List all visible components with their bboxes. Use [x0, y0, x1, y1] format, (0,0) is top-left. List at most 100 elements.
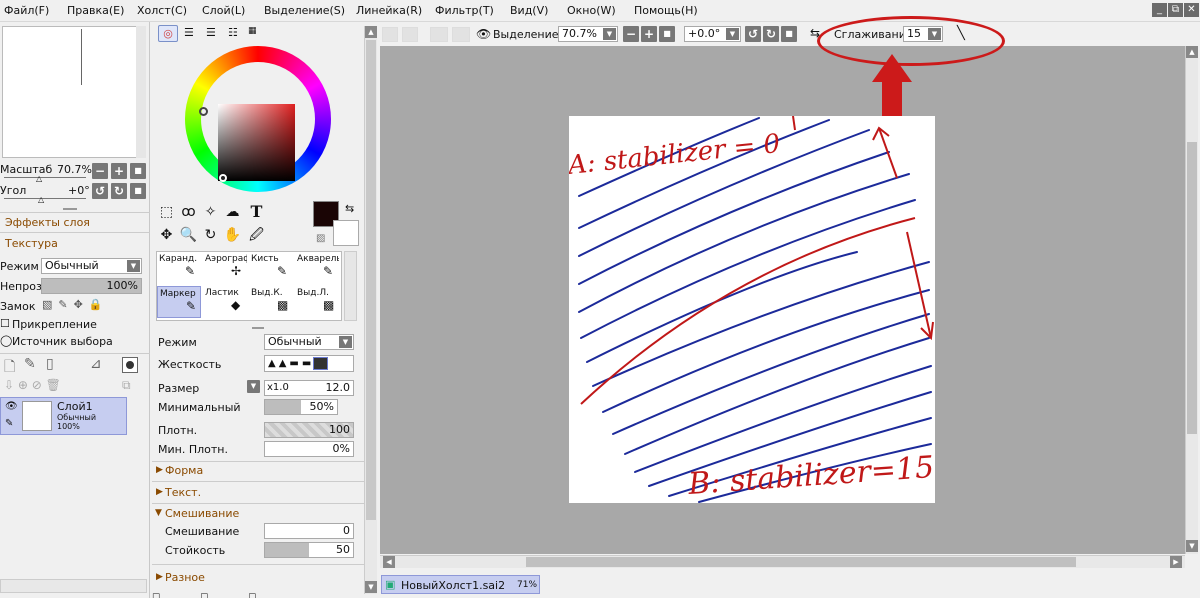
- new-layer-icon[interactable]: 🗋: [4, 356, 15, 380]
- zoom-in-button[interactable]: +: [111, 163, 127, 179]
- text-tool-icon[interactable]: T: [247, 203, 266, 222]
- zoom-reset-button[interactable]: ■: [130, 163, 146, 179]
- menu-view[interactable]: Вид(V): [510, 4, 548, 17]
- blending-collapse-icon[interactable]: ▼: [155, 508, 162, 518]
- scale-slider[interactable]: [4, 177, 86, 178]
- texture-header[interactable]: Текстура: [5, 237, 58, 250]
- color-wheel[interactable]: [185, 46, 331, 192]
- rotate-left-button[interactable]: ↺: [92, 183, 108, 199]
- eye-icon[interactable]: 👁: [476, 27, 491, 41]
- misc-header[interactable]: Разное: [165, 571, 205, 584]
- min-density-slider[interactable]: 0%: [264, 441, 354, 457]
- swatches-tab[interactable]: ☷: [228, 26, 238, 39]
- canvas-viewport[interactable]: A: stabilizer = 0 B: stabilizer=15: [380, 16, 1185, 554]
- deselect-button[interactable]: [430, 27, 448, 42]
- shape-expand-icon[interactable]: ▶: [156, 465, 163, 475]
- color-wheel-tab[interactable]: ◎: [158, 25, 178, 42]
- toolbar-rotate-right-button[interactable]: ↻: [763, 26, 779, 42]
- density-slider[interactable]: 100: [264, 422, 354, 438]
- menu-canvas[interactable]: Холст(C): [137, 4, 187, 17]
- zoom-icon[interactable]: 🔍: [179, 226, 198, 245]
- texture-expand-icon[interactable]: ▶: [156, 487, 163, 497]
- ruler-layer-icon[interactable]: ⊿: [90, 356, 102, 372]
- size-dropdown-button[interactable]: ▼: [247, 380, 260, 393]
- brush-airbrush[interactable]: Аэрограф ✢: [203, 252, 247, 284]
- hand-icon[interactable]: ✋: [223, 226, 242, 245]
- navigator-scrollbar[interactable]: [136, 26, 146, 158]
- redo-button[interactable]: [402, 27, 418, 42]
- brush-marker[interactable]: Маркер ✎: [157, 286, 201, 318]
- invert-selection-button[interactable]: [452, 27, 470, 42]
- brush-brush[interactable]: Кисть ✎: [249, 252, 293, 284]
- lock-icons[interactable]: ▧✎✥🔒: [42, 298, 109, 311]
- hardness-selector[interactable]: ▲▲▬▬▬: [264, 355, 354, 372]
- move-icon[interactable]: ✥: [157, 226, 176, 245]
- canvas-page[interactable]: A: stabilizer = 0 B: stabilizer=15: [565, 115, 935, 503]
- tool-panel-scrollbar[interactable]: ▲ ▼: [364, 26, 377, 594]
- angle-slider[interactable]: [4, 198, 86, 199]
- minimize-button[interactable]: _: [1152, 3, 1167, 17]
- eye-icon[interactable]: 👁: [5, 401, 18, 412]
- menu-window[interactable]: Окно(W): [567, 4, 616, 17]
- brush-pencil[interactable]: Каранд. ✎: [157, 252, 201, 284]
- new-pen-layer-icon[interactable]: ✎: [24, 356, 36, 372]
- saturation-value-square[interactable]: [218, 104, 295, 181]
- toolbar-zoom-in-button[interactable]: +: [641, 26, 657, 42]
- menu-help[interactable]: Помощь(H): [634, 4, 698, 17]
- restore-button[interactable]: ⧉: [1168, 3, 1183, 17]
- rotation-select[interactable]: +0.0° ▼: [684, 26, 741, 42]
- blend-mode-select[interactable]: Обычный ▼: [41, 258, 142, 274]
- transparent-color-icon[interactable]: ▨: [316, 233, 325, 244]
- zoom-select[interactable]: 70.7% ▼: [558, 26, 618, 42]
- persistence-slider[interactable]: 50: [264, 542, 354, 558]
- transfer-down-icon[interactable]: ⇩ ⊕ ⊘ 🗑: [4, 378, 61, 392]
- menu-ruler[interactable]: Линейка(R): [356, 4, 422, 17]
- toolbar-rotate-left-button[interactable]: ↺: [745, 26, 761, 42]
- sv-handle[interactable]: [219, 174, 227, 182]
- menu-filter[interactable]: Фильтр(T): [435, 4, 494, 17]
- toolbar-zoom-reset-button[interactable]: ■: [659, 26, 675, 42]
- misc-expand-icon[interactable]: ▶: [156, 572, 163, 582]
- palette-tab[interactable]: ▦: [248, 26, 257, 36]
- brush-select-pen[interactable]: Выд.К. ▩: [249, 286, 293, 318]
- hue-handle[interactable]: [199, 107, 208, 116]
- document-tab[interactable]: ▣ НовыйХолст1.sai2 71%: [381, 575, 540, 594]
- brush-texture-header[interactable]: Текст.: [165, 486, 201, 499]
- layer-mask-icon[interactable]: [122, 357, 138, 373]
- blending-header[interactable]: Смешивание: [165, 507, 239, 520]
- rect-select-icon[interactable]: ⬚: [157, 203, 176, 222]
- rotate-right-button[interactable]: ↻: [111, 183, 127, 199]
- layer-row[interactable]: 👁 ✎ Слой1 Обычный 100%: [0, 397, 127, 435]
- toolbar-zoom-out-button[interactable]: −: [623, 26, 639, 42]
- menu-selection[interactable]: Выделение(S): [264, 4, 345, 17]
- brush-mode-select[interactable]: Обычный ▼: [264, 334, 354, 350]
- magic-wand-icon[interactable]: ✧: [201, 203, 220, 222]
- menu-edit[interactable]: Правка(E): [67, 4, 124, 17]
- layer-hscrollbar[interactable]: [0, 579, 147, 593]
- toolbar-rotate-reset-button[interactable]: ■: [781, 26, 797, 42]
- secondary-color-swatch[interactable]: [333, 220, 359, 246]
- menu-file[interactable]: Файл(F): [4, 4, 49, 17]
- navigator-preview[interactable]: [2, 26, 146, 158]
- canvas-hscrollbar[interactable]: ◀ ▶: [380, 555, 1185, 568]
- selection-source-radio[interactable]: ◯: [0, 334, 12, 347]
- close-button[interactable]: ✕: [1184, 3, 1199, 17]
- opacity-slider[interactable]: 100%: [41, 278, 142, 294]
- clip-checkbox[interactable]: ☐: [0, 317, 10, 330]
- brush-watercolor[interactable]: Акварель ✎: [295, 252, 339, 284]
- rgb-slider-tab[interactable]: ☰: [184, 26, 194, 39]
- rotate-icon[interactable]: ↻: [201, 226, 220, 245]
- select-brush-icon[interactable]: ☁: [223, 203, 242, 222]
- checkbox-row[interactable]: ☐☐☐: [152, 590, 364, 598]
- zoom-out-button[interactable]: −: [92, 163, 108, 179]
- undo-button[interactable]: [382, 27, 398, 42]
- brush-grid-scrollbar[interactable]: [344, 251, 357, 321]
- size-slider[interactable]: x1.0 12.0: [264, 380, 354, 396]
- brush-select-eraser[interactable]: Выд.Л. ▩: [295, 286, 339, 318]
- merge-icon[interactable]: ⧉: [122, 378, 131, 393]
- hsv-slider-tab[interactable]: ☰: [206, 26, 216, 39]
- layer-effects-header[interactable]: Эффекты слоя: [5, 216, 90, 229]
- new-folder-icon[interactable]: ▯: [46, 356, 54, 372]
- rotate-reset-button[interactable]: ■: [130, 183, 146, 199]
- canvas-vscrollbar[interactable]: ▲ ▼: [1185, 46, 1198, 554]
